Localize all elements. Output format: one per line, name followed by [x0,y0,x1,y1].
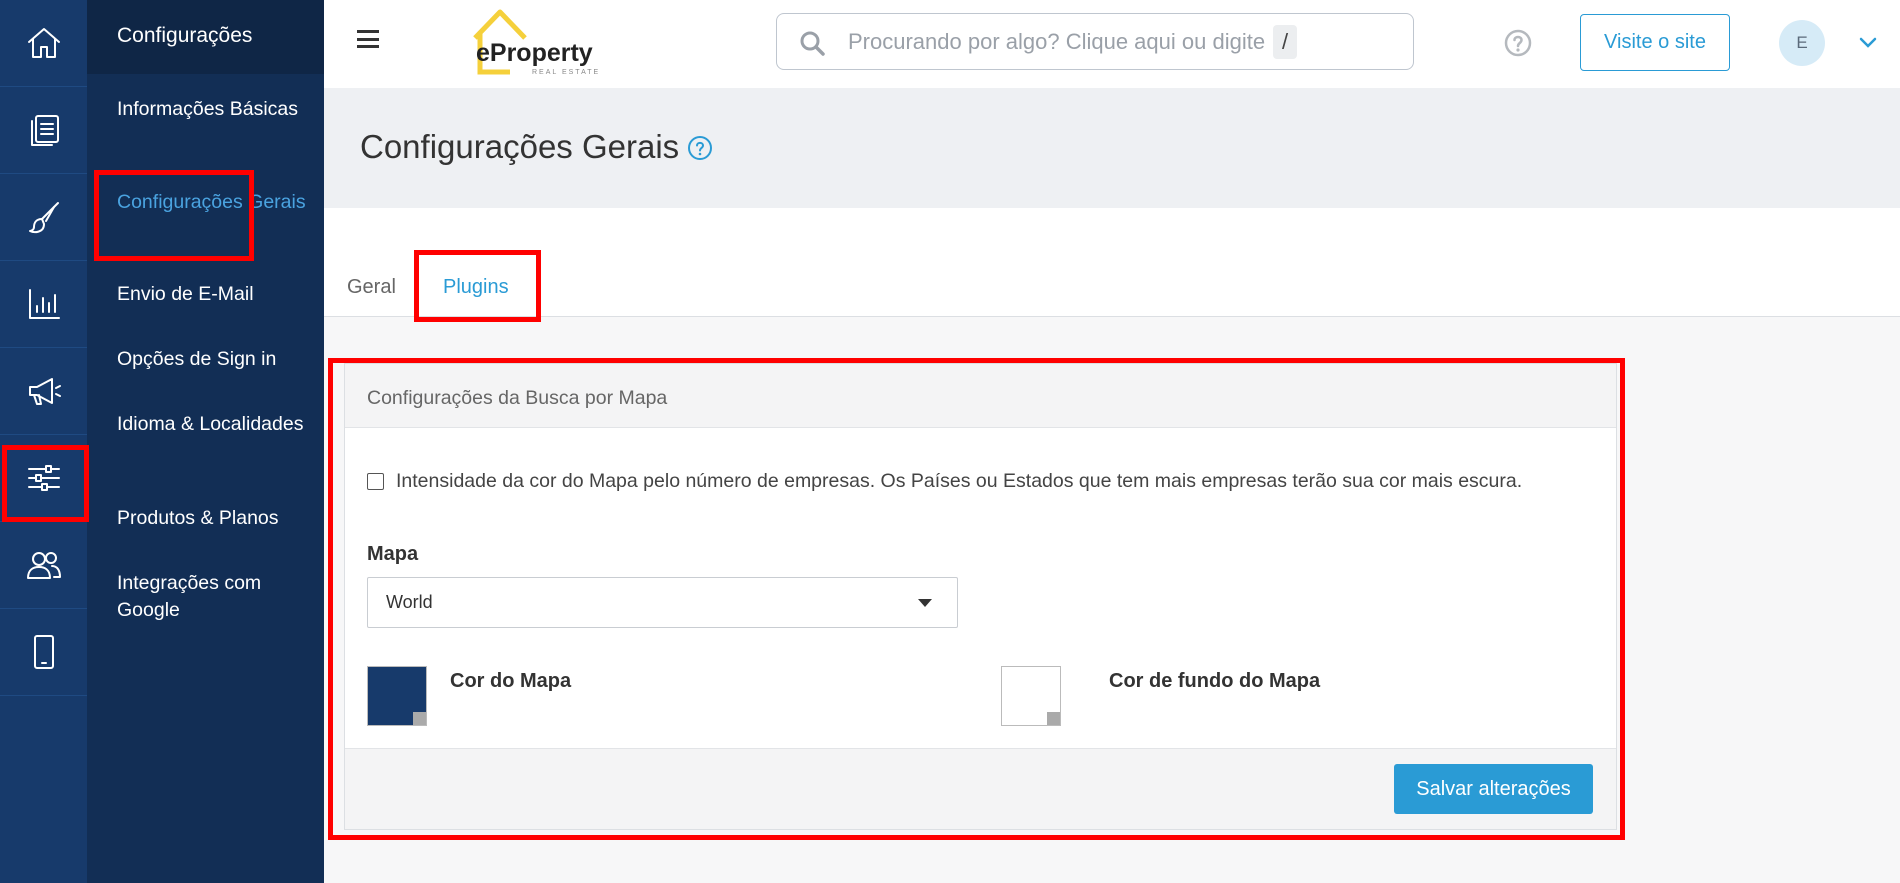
subnav-title: Configurações [87,0,324,74]
home-icon [27,28,60,58]
logo-text: eProperty [476,39,593,67]
subnav-item-configuracoes-gerais[interactable]: Configurações Gerais [117,189,307,216]
megaphone-icon [28,378,61,405]
users-icon [26,552,61,579]
top-bar: eProperty REAL ESTATE / Visite o site E [324,0,1900,88]
chevron-down-icon[interactable] [1858,35,1878,49]
rail-users[interactable] [0,522,87,609]
logo[interactable]: eProperty REAL ESTATE [470,6,620,80]
page-title: Configurações Gerais [360,128,680,165]
settings-subnav: Configurações Informações Básicas Config… [87,0,324,883]
search-input[interactable] [848,14,1268,69]
documents-icon [30,115,59,146]
map-intensity-option: Intensidade da cor do Mapa pelo número d… [367,470,1522,493]
save-button[interactable]: Salvar alterações [1394,764,1593,814]
logo-subtext: REAL ESTATE [532,69,601,76]
panel-footer: Salvar alterações [345,748,1616,829]
rail-settings[interactable] [0,435,87,522]
mobile-icon [33,635,54,669]
subnav-item-sign-in[interactable]: Opções de Sign in [117,346,307,373]
search-icon [800,31,825,56]
tab-plugins[interactable]: Plugins [443,276,509,299]
map-field-label: Mapa [367,543,419,565]
rail-home[interactable] [0,0,87,87]
icon-rail [0,0,87,883]
subnav-item-informacoes-basicas[interactable]: Informações Básicas [117,96,307,123]
help-icon[interactable] [687,135,713,161]
rail-design[interactable] [0,174,87,261]
menu-icon[interactable] [357,30,379,48]
visit-site-button[interactable]: Visite o site [1580,14,1730,71]
picker-handle-icon [1047,712,1060,725]
map-bg-color-picker[interactable] [1001,666,1061,726]
map-color-label: Cor do Mapa [450,670,572,692]
subnav-item-integracoes-google[interactable]: Integrações com Google [117,570,307,624]
map-intensity-checkbox[interactable] [367,473,384,490]
brush-icon [28,202,59,234]
panel-title: Configurações da Busca por Mapa [345,364,1616,428]
subnav-item-idioma[interactable]: Idioma & Localidades [117,411,307,438]
map-select[interactable]: World [367,577,958,628]
map-color-picker[interactable] [367,666,427,726]
tab-geral[interactable]: Geral [347,276,396,299]
map-bg-color-label: Cor de fundo do Mapa [1109,670,1321,692]
picker-handle-icon [413,712,426,725]
map-intensity-label: Intensidade da cor do Mapa pelo número d… [396,470,1523,492]
rail-marketing[interactable] [0,348,87,435]
map-select-value: World [386,592,433,612]
search-box[interactable]: / [776,13,1414,70]
sliders-icon [27,465,60,491]
help-icon[interactable] [1504,29,1532,57]
search-shortcut-key: / [1273,25,1297,59]
rail-mobile[interactable] [0,609,87,696]
rail-reports[interactable] [0,261,87,348]
tabs-bar: Geral Plugins [324,208,1900,317]
avatar[interactable]: E [1779,20,1825,66]
rail-documents[interactable] [0,87,87,174]
caret-down-icon [918,599,932,607]
subnav-item-envio-email[interactable]: Envio de E-Mail [117,281,307,308]
map-search-settings-panel: Configurações da Busca por Mapa Intensid… [344,363,1617,830]
bar-chart-icon [28,289,60,319]
page-header: Configurações Gerais [324,88,1900,208]
subnav-item-produtos-planos[interactable]: Produtos & Planos [117,505,307,532]
